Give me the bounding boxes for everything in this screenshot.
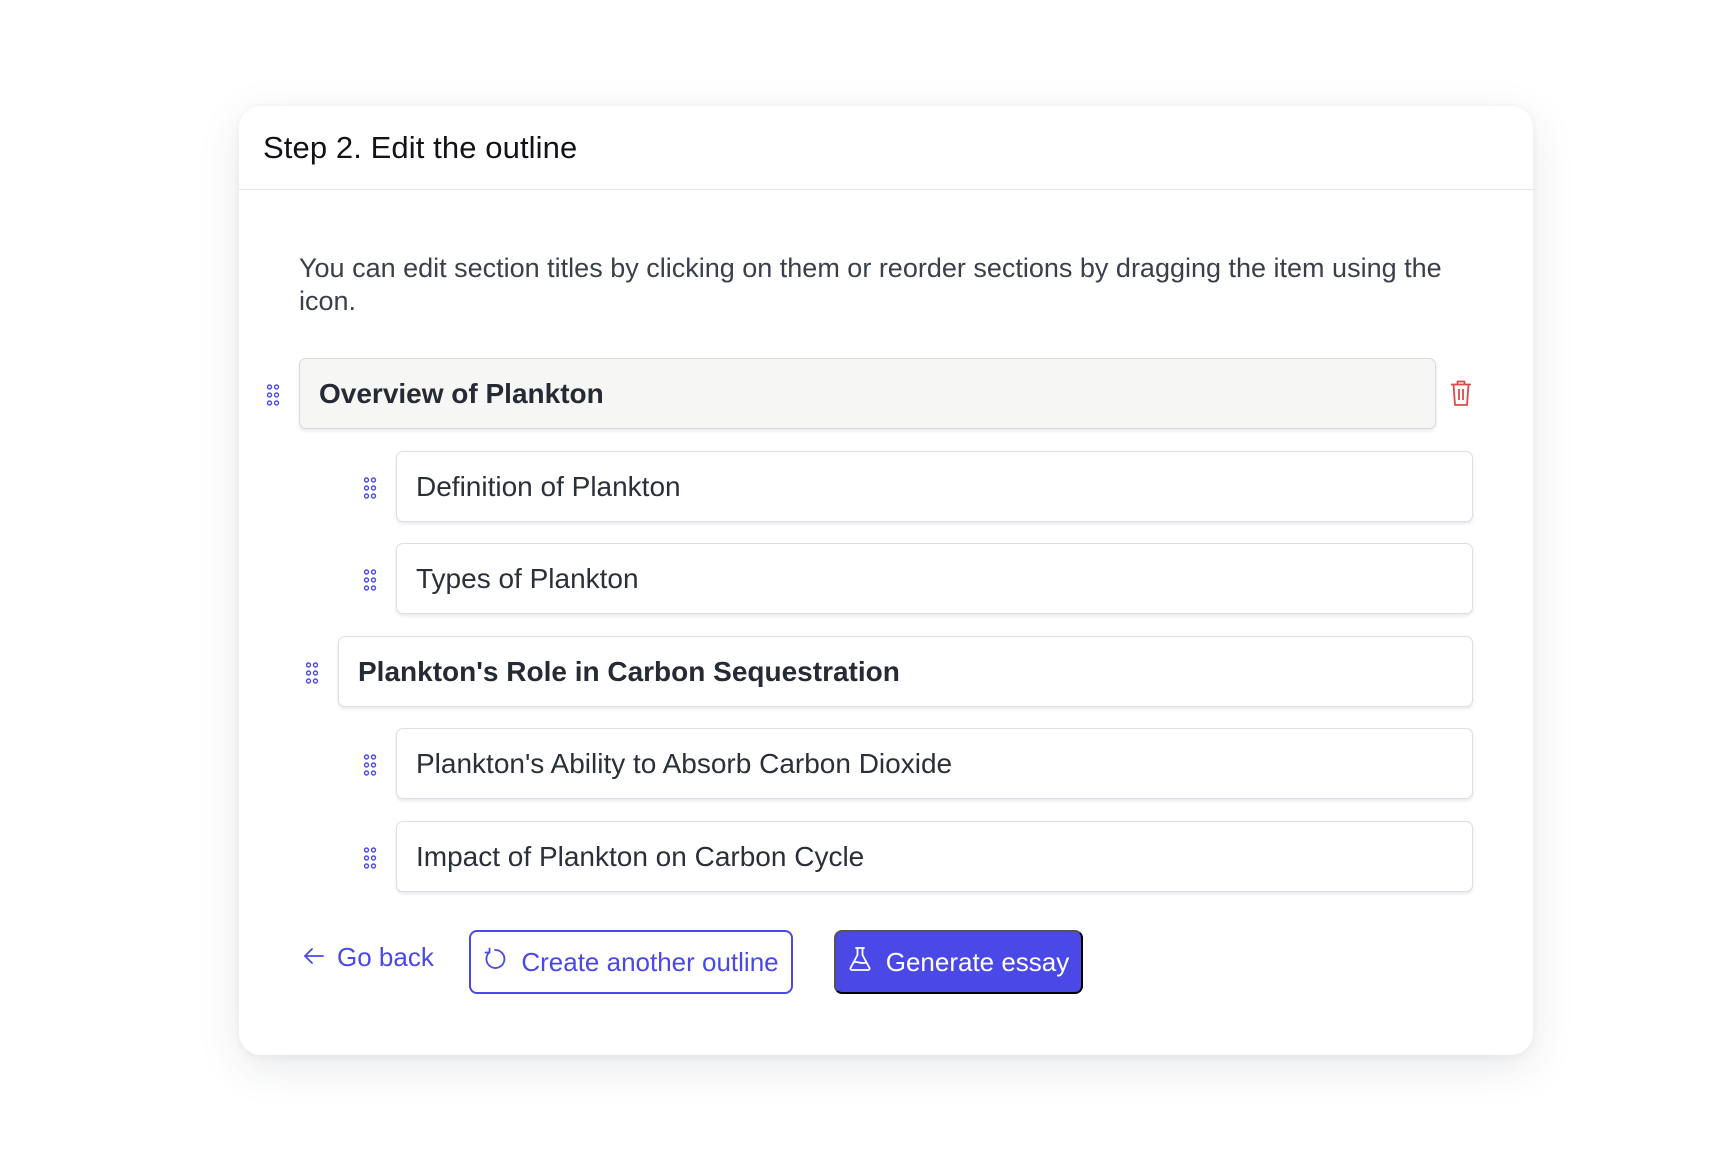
generate-essay-label: Generate essay xyxy=(885,946,1070,977)
section-title-field[interactable]: Plankton's Role in Carbon Sequestration xyxy=(338,636,1473,707)
go-back-button[interactable]: Go back xyxy=(303,942,434,973)
page-title: Step 2. Edit the outline xyxy=(263,129,578,165)
flask-icon xyxy=(848,946,872,979)
create-another-outline-label: Create another outline xyxy=(521,946,779,977)
create-another-outline-button[interactable]: Create another outline xyxy=(469,930,793,994)
outline-editor-card: Step 2. Edit the outline You can edit se… xyxy=(239,106,1533,1055)
arrow-left-icon xyxy=(303,942,325,973)
card-header: Step 2. Edit the outline xyxy=(239,106,1533,190)
action-bar: Go back Create another outline Generate … xyxy=(239,930,1533,994)
instruction-text: You can edit section titles by clicking … xyxy=(299,253,1442,316)
drag-handle-icon[interactable] xyxy=(362,477,378,499)
subsection-title-field[interactable]: Impact of Plankton on Carbon Cycle xyxy=(396,821,1473,892)
drag-handle-icon[interactable] xyxy=(265,384,281,406)
drag-handle-icon[interactable] xyxy=(362,569,378,591)
subsection-title-field[interactable]: Types of Plankton xyxy=(396,543,1473,614)
trash-icon[interactable] xyxy=(1449,379,1473,407)
subsection-title-field[interactable]: Definition of Plankton xyxy=(396,451,1473,522)
refresh-icon xyxy=(483,947,507,978)
drag-handle-icon[interactable] xyxy=(304,662,320,684)
drag-handle-icon[interactable] xyxy=(362,847,378,869)
go-back-label: Go back xyxy=(337,942,434,972)
section-title-field[interactable]: Overview of Plankton xyxy=(299,358,1436,429)
drag-handle-icon[interactable] xyxy=(362,754,378,776)
subsection-title-field[interactable]: Plankton's Ability to Absorb Carbon Diox… xyxy=(396,728,1473,799)
generate-essay-button[interactable]: Generate essay xyxy=(834,930,1083,994)
